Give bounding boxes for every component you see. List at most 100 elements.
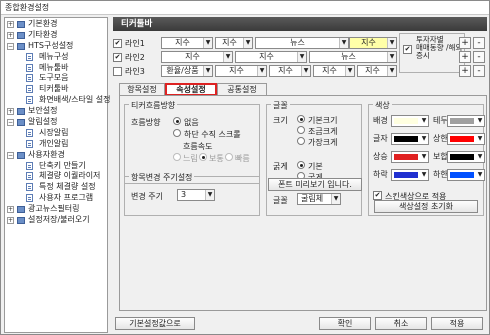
- size-default-label: 기본크기: [308, 116, 338, 125]
- tree-item[interactable]: 도구모음: [5, 73, 107, 84]
- line1-dd-4[interactable]: 지수 ▼: [349, 37, 397, 49]
- direction-scroll-radio[interactable]: [173, 129, 181, 137]
- collapse-icon[interactable]: −: [7, 119, 14, 127]
- tree-item[interactable]: 시장알림: [5, 128, 107, 139]
- line1-add-button[interactable]: +: [459, 37, 471, 49]
- speed-label: 흐름속도: [183, 142, 213, 151]
- tree-item[interactable]: 사용자 프로그램: [5, 193, 107, 204]
- size-largest-radio[interactable]: [297, 137, 305, 145]
- color-label: 보합: [433, 152, 448, 161]
- line3-dd-2[interactable]: 지수 ▼: [215, 65, 267, 77]
- tree-item[interactable]: 단축키 만들기: [5, 161, 107, 172]
- color-label: 배경: [373, 116, 388, 125]
- ok-button[interactable]: 확인: [319, 317, 371, 330]
- color-picker[interactable]: ▼: [447, 133, 485, 145]
- line1-remove-button[interactable]: -: [473, 37, 485, 49]
- settings-tree[interactable]: + 기본환경 + 기타환경 − HTS구성설정 메뉴구성 메뉴툴바 도구모음 티커툴바 화면배색/스…: [4, 17, 110, 333]
- line2-dd-3[interactable]: 뉴스 ▼: [309, 51, 397, 63]
- speed-normal-radio[interactable]: [199, 153, 207, 161]
- color-picker[interactable]: ▼: [447, 169, 485, 181]
- tree-item[interactable]: + 기본환경: [5, 19, 107, 30]
- color-picker[interactable]: ▼: [391, 115, 429, 127]
- tree-item[interactable]: + 설정저장/불러오기: [5, 215, 107, 226]
- expand-icon[interactable]: +: [7, 21, 14, 28]
- line2-checkbox[interactable]: ✔: [113, 53, 122, 62]
- skin-color-checkbox[interactable]: ✔: [373, 191, 382, 200]
- color-picker[interactable]: ▼: [391, 151, 429, 163]
- folder-icon: [17, 31, 25, 39]
- line2-add-button[interactable]: +: [459, 51, 471, 63]
- tree-item[interactable]: + 기타환경: [5, 30, 107, 41]
- line3-remove-button[interactable]: -: [473, 65, 485, 77]
- tree-item[interactable]: 체결량 이퀄라이저: [5, 171, 107, 182]
- size-default-radio[interactable]: [297, 115, 305, 123]
- tree-item[interactable]: − 사용자환경: [5, 150, 107, 161]
- refresh-interval-select[interactable]: 3 ▼: [177, 189, 215, 201]
- tree-item-label: 티커툴바: [39, 84, 69, 94]
- line3-checkbox[interactable]: [113, 67, 122, 76]
- folder-icon: [17, 119, 25, 127]
- investor-checkbox[interactable]: ✔: [403, 45, 412, 54]
- tree-item[interactable]: 화면배색/스타일 설정: [5, 95, 110, 106]
- size-larger-radio[interactable]: [297, 126, 305, 134]
- expand-icon[interactable]: +: [7, 31, 14, 39]
- apply-button[interactable]: 적용: [431, 317, 483, 330]
- direction-none-radio[interactable]: [173, 117, 181, 125]
- color-picker[interactable]: ▼: [391, 169, 429, 181]
- tree-item[interactable]: − HTS구성설정: [5, 41, 107, 52]
- tree-item[interactable]: + 광고뉴스필터링: [5, 204, 107, 215]
- speed-fast-radio[interactable]: [225, 153, 233, 161]
- cancel-button[interactable]: 취소: [375, 317, 427, 330]
- window-title: 종합환경설정: [1, 1, 489, 15]
- weight-default-radio[interactable]: [297, 161, 305, 169]
- tab-common[interactable]: 공통설정: [217, 83, 267, 95]
- color-swatch: [450, 154, 474, 160]
- expand-icon[interactable]: +: [7, 217, 14, 225]
- page-icon: [26, 161, 33, 170]
- tree-item[interactable]: 메뉴구성: [5, 52, 107, 63]
- chevron-down-icon: ▼: [257, 66, 266, 76]
- collapse-icon[interactable]: −: [7, 42, 14, 50]
- line3-dd-5[interactable]: 지수 ▼: [357, 65, 397, 77]
- ticker-flow-title: 티커흐름방향: [129, 100, 178, 111]
- tree-item[interactable]: + 보안설정: [5, 106, 107, 117]
- line3-label: 라인3: [125, 67, 145, 76]
- expand-icon[interactable]: +: [7, 206, 14, 214]
- speed-slow-label: 느림: [183, 154, 198, 163]
- line1-checkbox[interactable]: ✔: [113, 39, 122, 48]
- tree-item[interactable]: 메뉴툴바: [5, 63, 107, 74]
- tree-item[interactable]: − 알림설정: [5, 117, 107, 128]
- line2-dd-1[interactable]: 지수 ▼: [161, 51, 233, 63]
- line3-dd-1[interactable]: 환율/상품 ▼: [161, 65, 213, 77]
- restore-defaults-button[interactable]: 기본설정값으로: [115, 317, 195, 330]
- tree-item[interactable]: 특정 체결량 설정: [5, 182, 107, 193]
- expand-icon[interactable]: +: [7, 108, 14, 116]
- line2-remove-button[interactable]: -: [473, 51, 485, 63]
- line1-dd-1[interactable]: 지수 ▼: [161, 37, 213, 49]
- font-face-select[interactable]: 굴림체 ▼: [297, 193, 341, 205]
- tree-item[interactable]: 개인알림: [5, 139, 107, 150]
- line1-dd-2[interactable]: 지수 ▼: [215, 37, 253, 49]
- line2-dd-2[interactable]: 지수 ▼: [235, 51, 307, 63]
- color-swatch: [450, 172, 474, 178]
- line3-dd-3[interactable]: 지수 ▼: [269, 65, 311, 77]
- speed-normal-label: 보통: [209, 154, 224, 163]
- tab-items[interactable]: 항목설정: [119, 83, 165, 95]
- tree-item-label: 단축키 만들기: [39, 160, 86, 170]
- color-picker[interactable]: ▼: [447, 151, 485, 163]
- line3-add-button[interactable]: +: [459, 65, 471, 77]
- collapse-icon[interactable]: −: [7, 151, 14, 159]
- color-picker[interactable]: ▼: [391, 133, 429, 145]
- speed-slow-radio[interactable]: [173, 153, 181, 161]
- line1-dd-3[interactable]: 뉴스 ▼: [255, 37, 349, 49]
- chevron-down-icon: ▼: [477, 135, 483, 142]
- color-reset-button[interactable]: 색상설정 초기화: [374, 200, 478, 213]
- chevron-down-icon: ▼: [331, 194, 340, 204]
- color-swatch: [450, 118, 474, 124]
- tree-item-label: 사용자환경: [28, 149, 65, 159]
- refresh-group: 항목변경 주기설정 변경 주기 3 ▼: [124, 172, 260, 216]
- color-picker[interactable]: ▼: [447, 115, 485, 127]
- font-preview-button[interactable]: 폰트 미리보기 입니다.: [268, 178, 362, 191]
- tree-item[interactable]: 티커툴바: [5, 84, 107, 95]
- line3-dd-4[interactable]: 지수 ▼: [313, 65, 355, 77]
